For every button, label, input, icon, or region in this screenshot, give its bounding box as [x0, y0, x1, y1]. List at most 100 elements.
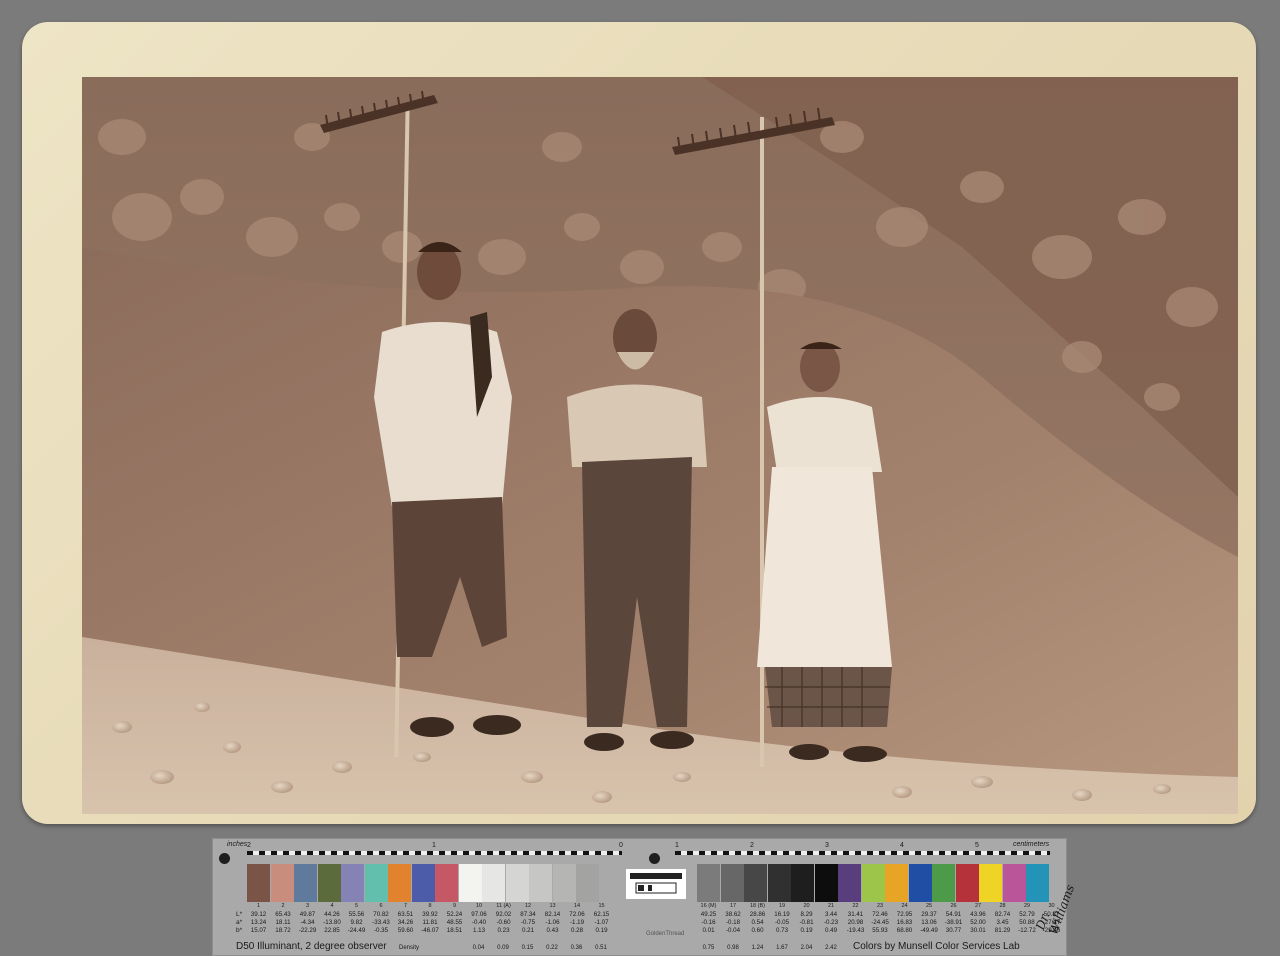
right-patch-8	[861, 864, 885, 902]
left-patch-3	[294, 864, 317, 902]
left-patch-5	[341, 864, 364, 902]
left-density-value: 0.09	[497, 945, 509, 951]
color-calibration-target: inches centimeters 210 12345 L* a* b* L*…	[212, 838, 1077, 956]
barcode-icon	[630, 873, 682, 894]
target-label-card	[626, 869, 686, 899]
left-patch-14	[552, 864, 576, 902]
right-patch-number: 29	[1023, 903, 1031, 909]
left-patch-number: 2	[281, 903, 285, 909]
left-patch-4	[317, 864, 341, 902]
right-patch-11	[932, 864, 955, 902]
right-patch-number: 18 (B)	[750, 903, 765, 909]
left-patch-lab-values: 82.14 -1.06 0.43	[544, 911, 561, 934]
left-patch-number: 10	[475, 903, 483, 909]
right-patch-number: 30	[1048, 903, 1055, 909]
right-patch-lab-values: 8.29 -0.81 0.19	[799, 911, 814, 934]
left-patch-number: 6	[379, 903, 383, 909]
left-patch-lab-values: 62.15 -1.07 0.19	[593, 911, 610, 934]
left-patch-lab-values: 65.43 18.11 18.72	[275, 911, 291, 934]
right-patch-2	[720, 864, 744, 902]
sepia-photograph	[82, 77, 1238, 814]
left-patch-lab-values: 52.24 48.55 18.51	[446, 911, 463, 934]
ruler-number: 4	[900, 842, 904, 849]
left-patch-number: 1	[256, 903, 261, 909]
right-patch-lab-values: 49.25 -0.16 0.01	[700, 911, 717, 934]
right-patch-number: 16 (M)	[700, 903, 717, 909]
right-patch-4	[767, 864, 791, 902]
left-patch-lab-values: 49.87 -4.34 -22.29	[298, 911, 317, 934]
left-patch-lab-values: 44.26 -13.80 22.85	[323, 911, 341, 934]
left-patch-lab-values: 70.82 -33.43 -0.35	[372, 911, 390, 934]
density-label: Density	[399, 945, 420, 951]
ruler-number: 5	[975, 842, 979, 849]
right-patch-12	[955, 864, 979, 902]
patch-row-left	[247, 864, 600, 902]
right-density-value: 0.75	[702, 945, 715, 951]
left-density-value: 0.22	[546, 945, 558, 951]
left-patch-6	[364, 864, 388, 902]
left-patch-number: 9	[452, 903, 457, 909]
ruler-number: 1	[675, 842, 679, 849]
right-patch-13	[979, 864, 1002, 902]
right-patch-14	[1002, 864, 1026, 902]
right-patch-9	[885, 864, 908, 902]
right-patch-lab-values: 3.44 -0.23 0.49	[823, 911, 839, 934]
right-density-value: 0.98	[727, 945, 739, 951]
left-patch-lab-values: 39.92 11.81 -46.07	[421, 911, 439, 934]
right-patch-lab-values: 50.87 -27.17 -29.46	[1042, 911, 1061, 934]
right-patch-lab-values: 31.41 20.98 -19.43	[846, 911, 865, 934]
left-patch-8	[411, 864, 435, 902]
ruler-number: 0	[619, 842, 623, 849]
left-patch-number: 15	[598, 903, 605, 909]
left-patch-lab-values: 63.51 34.26 59.60	[397, 911, 414, 934]
right-patch-lab-values: 72.46 -24.45 55.93	[871, 911, 889, 934]
right-patch-lab-values: 52.79 50.88 -12.72	[1018, 911, 1036, 934]
left-patch-1	[247, 864, 270, 902]
right-patch-number: 21	[827, 903, 835, 909]
right-patch-number: 22	[852, 903, 859, 909]
left-patch-number: 5	[354, 903, 359, 909]
right-patch-number: 17	[729, 903, 737, 909]
left-patch-lab-values: 92.02 -0.60 0.23	[495, 911, 512, 934]
registration-mark-left	[219, 853, 230, 864]
logo-text: GoldenThread	[646, 931, 685, 937]
right-patch-1	[697, 864, 720, 902]
right-patch-lab-values: 72.95 16.83 68.80	[896, 911, 913, 934]
left-patch-number: 4	[330, 903, 334, 909]
left-patch-number: 14	[573, 903, 581, 909]
left-patch-7	[388, 864, 411, 902]
ruler-left: 2 1 0	[247, 842, 623, 860]
left-patch-lab-values: 72.06 -1.19 0.28	[569, 911, 585, 934]
right-patch-6	[814, 864, 838, 902]
right-patch-lab-values: 29.37 13.06 -49.49	[920, 911, 938, 934]
left-patch-lab-values: 39.12 13.24 15.07	[250, 911, 267, 934]
patch-row-right	[697, 864, 1050, 902]
ruler-number: 2	[247, 842, 251, 849]
right-patch-7	[838, 864, 861, 902]
right-patch-lab-values: 16.19 -0.05 0.73	[774, 911, 790, 934]
photo-mount-card	[22, 22, 1256, 824]
left-density-value: 0.04	[472, 945, 485, 951]
right-patch-number: 24	[901, 903, 908, 909]
left-patch-lab-values: 97.06 -0.40 1.13	[471, 911, 487, 934]
registration-mark-center	[649, 853, 660, 864]
ruler-number: 2	[750, 842, 754, 849]
photo-scene	[82, 77, 1238, 814]
left-density-value: 0.36	[570, 945, 583, 951]
left-patch-11	[482, 864, 505, 902]
left-density-value: 0.15	[521, 945, 534, 951]
left-patch-lab-values: 55.56 9.82 -24.49	[347, 911, 366, 934]
right-patch-lab-values: 38.62 -0.18 -0.04	[725, 911, 741, 934]
left-patch-number: 13	[549, 903, 556, 909]
left-patch-number: 8	[428, 903, 432, 909]
right-density-value: 1.67	[776, 945, 788, 951]
left-patch-10	[458, 864, 482, 902]
left-patch-9	[435, 864, 458, 902]
inches-label: inches	[227, 841, 248, 848]
left-patch-number: 11 (A)	[496, 903, 511, 909]
illuminant-label: D50 Illuminant, 2 degree observer	[236, 941, 387, 952]
left-patch-number: 7	[403, 903, 408, 909]
left-patch-12	[505, 864, 529, 902]
left-density-value: 0.51	[595, 945, 607, 951]
right-patch-lab-values: 43.96 52.00 30.01	[970, 911, 986, 934]
